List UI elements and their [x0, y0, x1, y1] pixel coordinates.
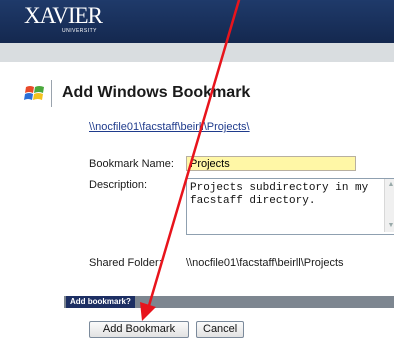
description-textarea[interactable]: Projects subdirectory in my facstaff dir…: [186, 178, 394, 235]
logo-text: XAVIER: [24, 3, 103, 28]
shared-folder-value: \\nocfile01\facstaff\beirll\Projects: [186, 257, 344, 269]
add-bookmark-button[interactable]: Add Bookmark: [89, 321, 189, 338]
scroll-down-icon[interactable]: ▼: [385, 220, 394, 232]
section-label: Add bookmark?: [66, 296, 135, 308]
page-title: Add Windows Bookmark: [62, 84, 251, 101]
header-subbar: [0, 43, 394, 62]
site-header: XAVIER UNIVERSITY: [0, 0, 394, 43]
cancel-button[interactable]: Cancel: [196, 321, 244, 338]
description-scrollbar[interactable]: ▲ ▼: [384, 179, 394, 232]
title-divider: [51, 80, 52, 107]
bookmark-name-label: Bookmark Name:: [89, 158, 174, 170]
scroll-up-icon[interactable]: ▲: [385, 179, 394, 191]
shared-folder-label: Shared Folder:: [89, 257, 162, 269]
description-text: Projects subdirectory in my facstaff dir…: [190, 182, 369, 207]
share-path-link[interactable]: \\nocfile01\facstaff\beirll\Projects\: [89, 121, 250, 133]
description-label: Description:: [89, 179, 148, 191]
bookmark-name-input[interactable]: [186, 156, 356, 171]
add-bookmark-section-bar: Add bookmark?: [64, 296, 394, 308]
xavier-logo[interactable]: XAVIER UNIVERSITY: [24, 3, 103, 35]
windows-logo-icon: [24, 86, 44, 100]
logo-subtext: UNIVERSITY: [62, 28, 98, 34]
